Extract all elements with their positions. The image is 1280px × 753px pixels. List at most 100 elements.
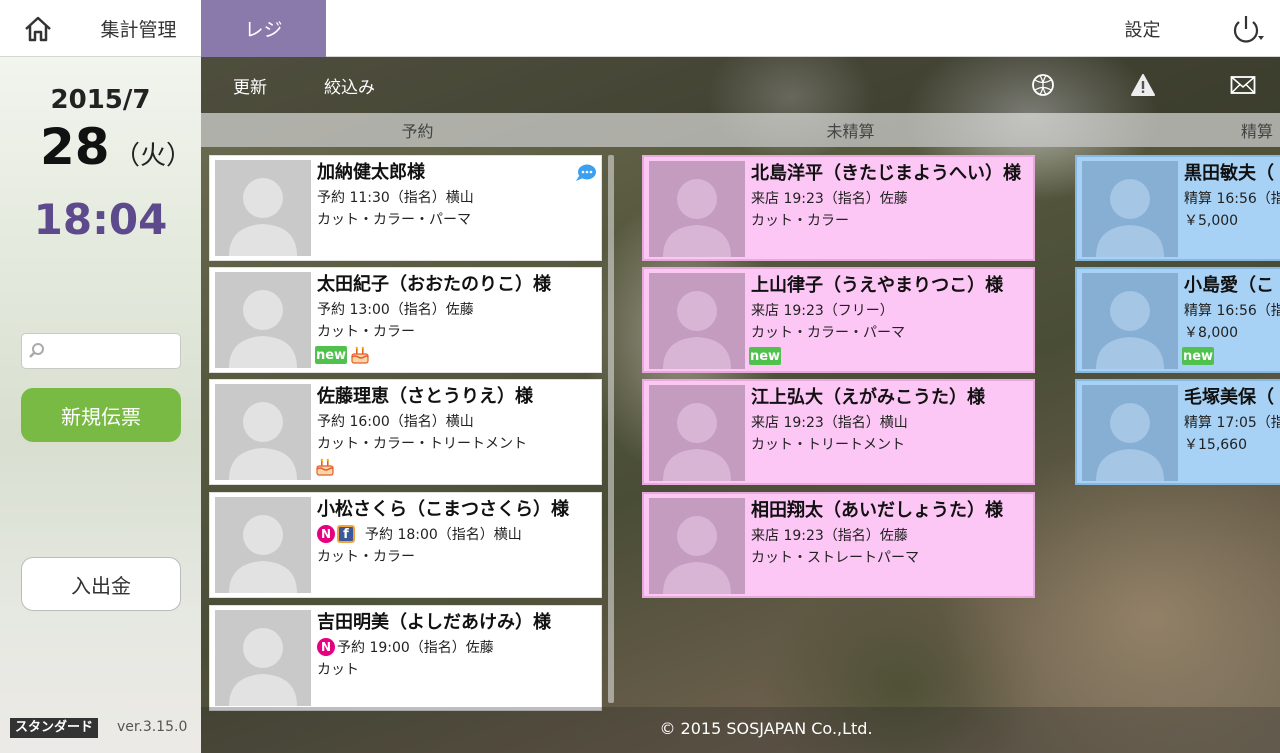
reservation-card[interactable]: 太田紀子（おおたのりこ）様 予約 13:00（指名）佐藤 カット・カラー new: [209, 267, 602, 373]
visit-info: 来店 19:23（フリー）: [751, 303, 894, 319]
avatar: [215, 160, 311, 256]
badges: new: [315, 346, 370, 364]
new-badge: new: [315, 346, 347, 364]
person-placeholder-icon: [229, 515, 297, 593]
date-day: 28: [40, 118, 110, 176]
column-header-unsettled: 未精算: [826, 122, 875, 141]
n-badge-icon: N: [317, 525, 335, 543]
amount: ￥15,660: [1184, 437, 1247, 453]
menu-info: カット・カラー: [317, 549, 415, 565]
cash-in-out-button[interactable]: 入出金: [21, 557, 181, 611]
unsettled-card[interactable]: 北島洋平（きたじまようへい）様 来店 19:23（指名）佐藤 カット・カラー: [642, 155, 1035, 261]
avatar: [1082, 385, 1178, 481]
home-icon: [25, 16, 51, 41]
column-headers: 予約 未精算 精算: [201, 113, 1280, 147]
unsettled-card[interactable]: 江上弘大（えがみこうた）様 来店 19:23（指名）横山 カット・トリートメント: [642, 379, 1035, 485]
amount: ￥5,000: [1184, 213, 1239, 229]
avatar: [1082, 161, 1178, 257]
customer-name: 佐藤理恵（さとうりえ）様: [317, 386, 533, 407]
copyright: © 2015 SOSJAPAN Co.,Ltd.: [659, 719, 873, 738]
avatar: [649, 498, 745, 594]
column-header-reservation: 予約: [401, 122, 434, 141]
new-slip-button[interactable]: 新規伝票: [21, 388, 181, 442]
unsettled-card[interactable]: 相田翔太（あいだしょうた）様 来店 19:23（指名）佐藤 カット・ストレートパ…: [642, 492, 1035, 598]
avatar: [649, 161, 745, 257]
facebook-icon: f: [337, 525, 355, 543]
tab-aggregate[interactable]: 集計管理: [76, 0, 201, 57]
amount: ￥8,000: [1184, 325, 1239, 341]
footer: © 2015 SOSJAPAN Co.,Ltd.: [201, 707, 1280, 753]
top-nav: 集計管理 レジ 設定: [0, 0, 1280, 57]
column-scrollbar[interactable]: [608, 155, 614, 703]
reservation-info: 予約 16:00（指名）横山: [317, 414, 474, 430]
reservation-info: 予約 11:30（指名）横山: [317, 190, 474, 206]
customer-name: 小島愛（こ: [1184, 275, 1274, 296]
person-placeholder-icon: [229, 290, 297, 368]
mail-icon: [1230, 76, 1256, 94]
settled-card[interactable]: 毛塚美保（ 精算 17:05（指 ￥15,660: [1075, 379, 1280, 485]
chat-bubble-icon[interactable]: [575, 164, 597, 182]
main-board: 更新 絞込み 予約 未精算 精算 加納健太郎様 予約 11:30（指名）横山 カ…: [201, 57, 1280, 753]
refresh-button[interactable]: 更新: [233, 57, 267, 113]
date-weekday: （火）: [114, 141, 193, 171]
n-badge-icon: N: [317, 638, 335, 656]
customer-name: 毛塚美保（: [1184, 387, 1274, 408]
sidebar: 2015/7 28 （火） 18:04 新規伝票 入出金 スタンダード ver.…: [0, 57, 201, 753]
avatar: [1082, 273, 1178, 369]
power-menu-button[interactable]: [1215, 0, 1280, 57]
globe-button[interactable]: [1030, 72, 1056, 98]
person-placeholder-icon: [663, 291, 731, 369]
reservation-info: 予約 19:00（指名）佐藤: [337, 640, 494, 656]
version-label: ver.3.15.0: [117, 719, 188, 735]
person-placeholder-icon: [1096, 179, 1164, 257]
reservation-info-row: N 予約 19:00（指名）佐藤: [317, 637, 494, 657]
customer-name: 吉田明美（よしだあけみ）様: [317, 612, 551, 633]
avatar: [215, 272, 311, 368]
customer-name: 加納健太郎様: [317, 162, 425, 183]
warning-icon: [1131, 74, 1155, 96]
reservation-card[interactable]: 小松さくら（こまつさくら）様 N f 予約 18:00（指名）横山 カット・カラ…: [209, 492, 602, 598]
customer-name: 上山律子（うえやまりつこ）様: [751, 275, 1004, 296]
avatar: [649, 385, 745, 481]
person-placeholder-icon: [229, 402, 297, 480]
alert-button[interactable]: [1130, 72, 1156, 98]
reservation-card[interactable]: 吉田明美（よしだあけみ）様 N 予約 19:00（指名）佐藤 カット: [209, 605, 602, 711]
date-year-month: 2015/7: [50, 85, 151, 115]
visit-info: 来店 19:23（指名）佐藤: [751, 191, 908, 207]
globe-icon: [1032, 74, 1054, 96]
mail-button[interactable]: [1230, 72, 1256, 98]
menu-info: カット・カラー: [317, 324, 415, 340]
person-placeholder-icon: [663, 179, 731, 257]
customer-name: 小松さくら（こまつさくら）様: [317, 499, 569, 520]
new-badge: new: [1182, 347, 1214, 365]
menu-info: カット・カラー: [751, 213, 849, 229]
menu-info: カット・カラー・パーマ: [751, 325, 905, 341]
current-time: 18:04: [33, 195, 168, 244]
menu-info: カット・カラー・パーマ: [317, 212, 471, 228]
tab-register[interactable]: レジ: [201, 0, 326, 57]
menu-info: カット: [317, 662, 359, 678]
reservation-info: 予約 13:00（指名）佐藤: [317, 302, 474, 318]
home-button[interactable]: [0, 0, 76, 57]
person-placeholder-icon: [663, 516, 731, 594]
settled-card[interactable]: 小島愛（こ 精算 16:56（指 ￥8,000 new: [1075, 267, 1280, 373]
visit-info: 来店 19:23（指名）横山: [751, 415, 908, 431]
power-icon: [1233, 15, 1264, 43]
unsettled-card[interactable]: 上山律子（うえやまりつこ）様 来店 19:23（フリー） カット・カラー・パーマ…: [642, 267, 1035, 373]
edition-badge: スタンダード: [10, 718, 99, 738]
customer-name: 黒田敏夫（: [1184, 163, 1274, 184]
badges: new: [1182, 347, 1214, 365]
menu-info: カット・トリートメント: [751, 437, 905, 453]
person-placeholder-icon: [1096, 403, 1164, 481]
settled-card[interactable]: 黒田敏夫（ 精算 16:56（指 ￥5,000: [1075, 155, 1280, 261]
filter-button[interactable]: 絞込み: [324, 57, 375, 113]
toolbar: 更新 絞込み: [201, 57, 1280, 113]
reservation-card[interactable]: 加納健太郎様 予約 11:30（指名）横山 カット・カラー・パーマ: [209, 155, 602, 261]
reservation-info-row: N f 予約 18:00（指名）横山: [317, 524, 522, 544]
birthday-cake-icon: [316, 458, 334, 476]
reservation-card[interactable]: 佐藤理恵（さとうりえ）様 予約 16:00（指名）横山 カット・カラー・トリート…: [209, 379, 602, 485]
settings-button[interactable]: 設定: [1095, 0, 1190, 57]
search-input[interactable]: [50, 338, 176, 364]
person-placeholder-icon: [229, 178, 297, 256]
chevron-down-icon: [1257, 35, 1264, 40]
